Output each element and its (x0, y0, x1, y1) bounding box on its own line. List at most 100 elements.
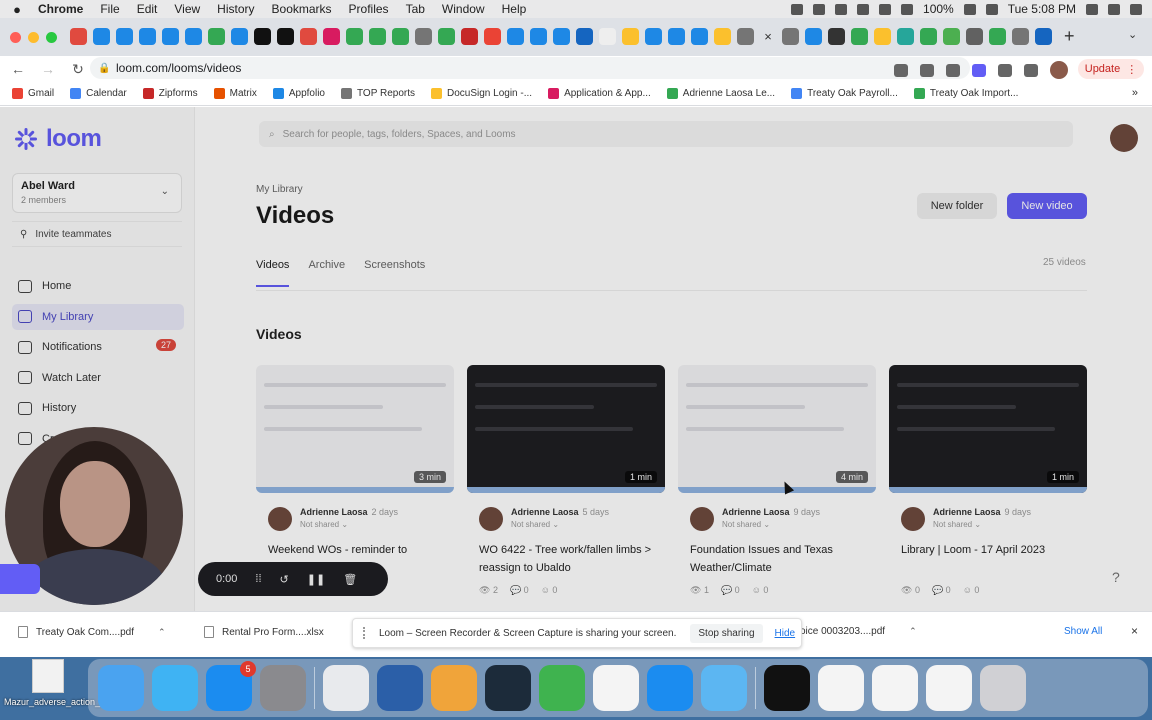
tab-favicon[interactable] (874, 28, 891, 45)
tab-favicon[interactable] (323, 28, 340, 45)
tab-favicon[interactable] (300, 28, 317, 45)
help-icon[interactable]: ? (1112, 569, 1120, 585)
minimize-window-icon[interactable] (28, 32, 39, 43)
video-card[interactable]: 1 min Adrienne Laosa 9 days Not shared ⌄ … (889, 365, 1087, 605)
bookmark-item[interactable]: Appfolio (272, 88, 325, 99)
drag-handle-icon[interactable]: ⁞⁞ (255, 573, 261, 585)
menu-bookmarks[interactable]: Bookmarks (272, 2, 332, 16)
more-bookmarks-icon[interactable]: » (1132, 87, 1138, 99)
bookmark-item[interactable]: Gmail (12, 88, 54, 99)
zoom-window-icon[interactable] (46, 32, 57, 43)
chevron-up-icon[interactable]: ⌃ (158, 627, 166, 638)
clock[interactable]: Tue 5:08 PM (1008, 2, 1076, 16)
spotlight-search-icon[interactable] (1086, 3, 1098, 15)
author-avatar[interactable] (690, 507, 714, 531)
microphone-icon[interactable] (791, 3, 804, 15)
menu-view[interactable]: View (174, 2, 200, 16)
drag-handle-icon[interactable] (363, 627, 369, 639)
forward-arrow-icon[interactable]: → (36, 61, 60, 77)
webex-icon[interactable] (485, 665, 531, 711)
reload-icon[interactable]: ↻ (66, 61, 90, 78)
tab-close-icon[interactable]: × (760, 29, 776, 44)
menu-tab[interactable]: Tab (406, 2, 425, 16)
address-bar[interactable]: 🔒 loom.com/looms/videos (90, 57, 970, 79)
control-center-icon[interactable] (985, 3, 998, 15)
video-title[interactable]: Library | Loom - 17 April 2023 (901, 541, 1081, 559)
tab-favicon[interactable] (139, 28, 156, 45)
profile-avatar[interactable] (1050, 61, 1068, 79)
menu-profiles[interactable]: Profiles (349, 2, 389, 16)
battery-icon[interactable] (963, 3, 976, 15)
video-title[interactable]: Weekend WOs - reminder to (268, 541, 448, 559)
menu-edit[interactable]: Edit (137, 2, 158, 16)
menu-file[interactable]: File (100, 2, 119, 16)
tab-favicon[interactable] (507, 28, 524, 45)
tab-archive[interactable]: Archive (308, 259, 345, 287)
update-button[interactable]: Update ⋮ (1078, 59, 1144, 79)
breadcrumb[interactable]: My Library (256, 184, 303, 195)
camera-icon[interactable] (894, 63, 908, 77)
video-card[interactable]: 4 min Adrienne Laosa 9 days Not shared ⌄ … (678, 365, 876, 605)
show-all-link[interactable]: Show All (1064, 626, 1102, 637)
tab-favicon[interactable] (989, 28, 1006, 45)
download-item[interactable]: oice 0003203....pdf ⌃ (800, 626, 917, 637)
tab-favicon[interactable] (277, 28, 294, 45)
folder-icon[interactable] (701, 665, 747, 711)
close-icon[interactable]: × (1131, 624, 1138, 638)
back-arrow-icon[interactable]: ← (6, 61, 30, 77)
bookmark-item[interactable]: Zipforms (142, 88, 198, 99)
system-settings-icon[interactable] (260, 665, 306, 711)
tab-favicon[interactable] (782, 28, 799, 45)
tab-favicon[interactable] (553, 28, 570, 45)
author-avatar[interactable] (268, 507, 292, 531)
tab-favicon[interactable] (737, 28, 754, 45)
document-icon[interactable] (926, 665, 972, 711)
tab-favicon[interactable] (576, 28, 593, 45)
document-icon[interactable] (872, 665, 918, 711)
tab-favicon[interactable] (828, 28, 845, 45)
messages-icon[interactable] (152, 665, 198, 711)
chevron-up-icon[interactable]: ⌃ (909, 626, 917, 637)
tab-favicon[interactable] (966, 28, 983, 45)
bookmark-item[interactable]: Application & App... (548, 88, 651, 99)
pages-icon[interactable] (431, 665, 477, 711)
tab-favicon[interactable] (369, 28, 386, 45)
download-item[interactable]: Rental Pro Form....xlsx (204, 626, 324, 638)
share-status[interactable]: Not shared ⌄ (933, 520, 1031, 529)
new-tab-button[interactable]: + (1064, 26, 1075, 47)
sidebar-icon[interactable] (1024, 63, 1038, 77)
tab-favicon[interactable] (438, 28, 455, 45)
invite-teammates-button[interactable]: ⚲ Invite teammates (12, 221, 182, 247)
tab-favicon[interactable] (116, 28, 133, 45)
video-card[interactable]: 1 min Adrienne Laosa 5 days Not shared ⌄ … (467, 365, 665, 605)
sidebar-item-watch-later[interactable]: Watch Later (12, 365, 184, 391)
bookmark-item[interactable]: Treaty Oak Payroll... (791, 88, 898, 99)
video-thumbnail[interactable]: 3 min (256, 365, 454, 493)
bookmark-item[interactable]: DocuSign Login -... (431, 88, 532, 99)
bookmark-item[interactable]: Calendar (70, 88, 127, 99)
hide-link[interactable]: Hide (775, 628, 796, 639)
tab-favicon[interactable] (231, 28, 248, 45)
stop-sharing-button[interactable]: Stop sharing (690, 623, 763, 643)
bookmark-item[interactable]: TOP Reports (341, 88, 415, 99)
screen-icon[interactable] (764, 665, 810, 711)
loom-extension-icon[interactable] (972, 63, 986, 77)
menu-chrome[interactable]: Chrome (38, 2, 83, 16)
wifi-icon[interactable] (901, 3, 914, 15)
tab-screenshots[interactable]: Screenshots (364, 259, 425, 287)
pause-icon[interactable]: ❚❚ (307, 573, 325, 586)
tab-favicon[interactable] (714, 28, 731, 45)
loom-status-icon[interactable] (813, 3, 826, 15)
tab-favicon[interactable] (645, 28, 662, 45)
tab-favicon[interactable] (691, 28, 708, 45)
search-input[interactable]: ⌕ Search for people, tags, folders, Spac… (259, 121, 1073, 147)
video-thumbnail[interactable]: 4 min (678, 365, 876, 493)
tab-favicon[interactable] (668, 28, 685, 45)
sidebar-item-notifications[interactable]: Notifications 27 (12, 334, 184, 360)
menu-help[interactable]: Help (502, 2, 527, 16)
tab-favicon[interactable] (530, 28, 547, 45)
flag-icon[interactable] (857, 3, 870, 15)
user-avatar[interactable] (1110, 124, 1138, 152)
siri-icon[interactable] (1108, 3, 1120, 15)
sidebar-item-my-library[interactable]: My Library (12, 303, 184, 330)
